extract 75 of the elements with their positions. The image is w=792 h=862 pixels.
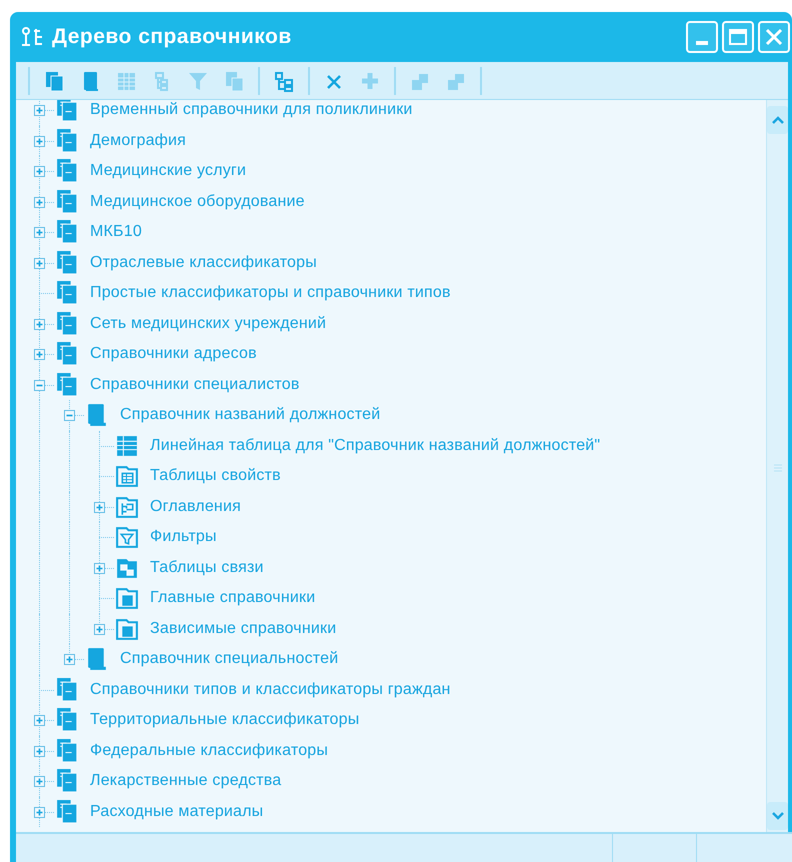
expand-toggle[interactable] [34, 318, 45, 330]
tree-item-label[interactable]: Справочники типов и классификаторы граждан [90, 678, 451, 702]
minimize-icon [696, 41, 708, 45]
collapse-toggle[interactable] [64, 410, 75, 421]
tree-item-label[interactable]: Линейная таблица для "Справочник названий должностей" [150, 434, 600, 458]
collapse-toggle[interactable] [34, 380, 45, 390]
expand-toggle[interactable] [34, 136, 45, 146]
tree-item-label[interactable]: Сеть медицинских учреждений [90, 312, 326, 336]
documents-icon [223, 70, 245, 92]
expand-toggle[interactable] [94, 562, 105, 574]
expand-toggle[interactable] [34, 196, 45, 208]
tree-item-label[interactable]: Справочник названий должностей [120, 403, 380, 428]
tree-item-label[interactable]: Медицинское оборудование [90, 190, 305, 214]
plus-icon [35, 808, 44, 816]
tree-item-label[interactable]: Демография [90, 128, 186, 153]
scroll-down-button[interactable] [767, 802, 788, 830]
tree-item-label[interactable]: МКБ10 [90, 220, 142, 244]
expand-toggle[interactable] [34, 105, 45, 116]
plus-icon [35, 136, 44, 146]
plus-icon [35, 228, 44, 237]
tree-item-label[interactable]: Лекарственные средства [90, 769, 282, 794]
expand-toggle[interactable] [94, 624, 105, 634]
folder-filter-icon [114, 524, 140, 550]
plus-icon [95, 624, 104, 634]
vertical-scrollbar[interactable] [766, 100, 788, 832]
plus-icon [95, 564, 104, 572]
tree-item-label[interactable]: Медицинские услуги [90, 159, 246, 184]
expand-toggle[interactable] [94, 502, 105, 512]
plus-icon [35, 320, 44, 328]
tree-item-label[interactable]: Справочник специальностей [120, 647, 338, 672]
close-icon [765, 28, 783, 46]
expand-toggle[interactable] [34, 715, 45, 726]
tree-item-label[interactable]: Таблицы свойств [150, 464, 281, 488]
tree-item-label[interactable]: Расходные материалы [90, 800, 264, 824]
expand-toggle[interactable] [34, 166, 45, 177]
expand-toggle[interactable] [34, 746, 45, 756]
tree-item-label[interactable]: Простые классификаторы и справочники типов [90, 281, 451, 306]
tree-item-label[interactable]: Федеральные классификаторы [90, 738, 328, 763]
tree-item-label[interactable]: Главные справочники [150, 586, 316, 610]
window-title: Дерево справочников [52, 24, 292, 50]
plus-icon [35, 716, 44, 725]
expand-toggle[interactable] [34, 227, 45, 238]
minimize-button[interactable] [686, 21, 718, 53]
tree-item-label[interactable]: Зависимые справочники [150, 616, 336, 641]
plus-icon [35, 258, 44, 268]
maximize-icon [729, 29, 747, 45]
plus-icon [35, 777, 44, 786]
tree-link-icon [273, 70, 295, 92]
expand-toggle[interactable] [64, 654, 75, 665]
plus-icon [35, 350, 44, 359]
plus-icon [35, 746, 44, 756]
scroll-up-button[interactable] [767, 106, 788, 134]
expand-toggle[interactable] [34, 806, 45, 818]
tree-item-label[interactable]: Справочники специалистов [90, 372, 300, 397]
tree-item-label[interactable]: Отраслевые классификаторы [90, 250, 317, 275]
tree-item-label[interactable]: Фильтры [150, 525, 217, 550]
close-button[interactable] [758, 21, 790, 53]
plus-icon [35, 106, 44, 115]
expand-toggle[interactable] [34, 258, 45, 268]
plus-icon [35, 198, 44, 206]
tree-item-label[interactable]: Временный справочники для поликлиники [90, 100, 413, 122]
scroll-grip-icon [774, 464, 782, 472]
expand-toggle[interactable] [34, 349, 45, 360]
plus-icon [95, 502, 104, 512]
tree-item-label[interactable]: Территориальные классификаторы [90, 708, 360, 732]
tree-item-label[interactable]: Таблицы связи [150, 556, 264, 580]
tree-item-label[interactable]: Справочники адресов [90, 342, 257, 366]
folder-table-icon [114, 463, 140, 490]
expand-toggle[interactable] [34, 776, 45, 787]
tree-item-label[interactable]: Оглавления [150, 494, 241, 519]
maximize-button[interactable] [722, 21, 754, 53]
copy-icon [43, 70, 65, 92]
folder-icon [114, 585, 140, 612]
plus-icon [65, 655, 74, 664]
plus-icon [35, 167, 44, 176]
